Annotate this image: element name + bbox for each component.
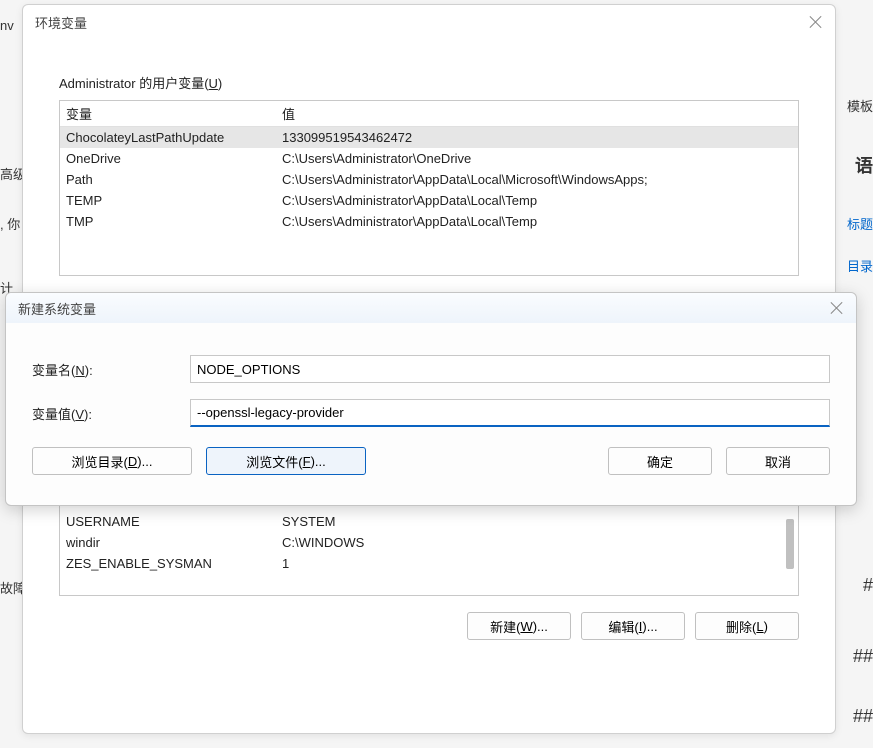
table-row[interactable]: ZES_ENABLE_SYSMAN1 — [60, 553, 798, 574]
bg-frag: 语 — [855, 152, 873, 178]
var-value-cell: 133099519543462472 — [276, 127, 798, 149]
var-name-cell: USERNAME — [60, 511, 276, 532]
bg-frag: # — [863, 575, 873, 596]
var-name-cell: windir — [60, 532, 276, 553]
new-system-var-dialog: 新建系统变量 变量名(N): 变量值(V): 浏览目录(D)... 浏览文件(F… — [5, 292, 857, 506]
var-value-label: 变量值(V): — [32, 404, 190, 423]
var-name-cell: TEMP — [60, 190, 276, 211]
var-name-cell: ChocolateyLastPathUpdate — [60, 127, 276, 149]
var-name-cell: TMP — [60, 211, 276, 232]
bg-frag: ## — [853, 646, 873, 667]
user-vars-label: Administrator 的用户变量(U) — [59, 73, 835, 92]
new-var-titlebar[interactable]: 新建系统变量 — [6, 293, 856, 323]
col-header-val[interactable]: 值 — [276, 101, 798, 127]
var-value-cell: C:\WINDOWS — [276, 532, 798, 553]
close-icon[interactable] — [809, 15, 823, 29]
new-var-title: 新建系统变量 — [18, 299, 96, 318]
bg-frag: , 你 — [0, 214, 20, 233]
edit-system-var-button[interactable]: 编辑(I)... — [581, 612, 685, 640]
col-header-var[interactable]: 变量 — [60, 101, 276, 127]
table-row[interactable]: OneDriveC:\Users\Administrator\OneDrive — [60, 148, 798, 169]
var-name-input[interactable] — [190, 355, 830, 383]
close-icon[interactable] — [830, 301, 844, 315]
var-name-cell: OneDrive — [60, 148, 276, 169]
bg-frag: 模板 — [847, 96, 873, 115]
table-row[interactable]: USERNAMESYSTEM — [60, 511, 798, 532]
cancel-button[interactable]: 取消 — [726, 447, 830, 475]
table-row[interactable]: windirC:\WINDOWS — [60, 532, 798, 553]
var-name-label: 变量名(N): — [32, 360, 190, 379]
browse-directory-button[interactable]: 浏览目录(D)... — [32, 447, 192, 475]
var-value-cell: C:\Users\Administrator\AppData\Local\Mic… — [276, 169, 798, 190]
var-value-input[interactable] — [190, 399, 830, 427]
var-value-cell: SYSTEM — [276, 511, 798, 532]
var-value-cell: 1 — [276, 553, 798, 574]
delete-system-var-button[interactable]: 删除(L) — [695, 612, 799, 640]
table-row[interactable]: PathC:\Users\Administrator\AppData\Local… — [60, 169, 798, 190]
var-value-cell: C:\Users\Administrator\AppData\Local\Tem… — [276, 190, 798, 211]
var-value-cell: C:\Users\Administrator\AppData\Local\Tem… — [276, 211, 798, 232]
browse-file-button[interactable]: 浏览文件(F)... — [206, 447, 366, 475]
table-row[interactable]: TMPC:\Users\Administrator\AppData\Local\… — [60, 211, 798, 232]
var-value-cell: C:\Users\Administrator\OneDrive — [276, 148, 798, 169]
bg-frag: nv — [0, 18, 14, 33]
bg-frag: 目录 — [847, 256, 873, 275]
ok-button[interactable]: 确定 — [608, 447, 712, 475]
new-system-var-button[interactable]: 新建(W)... — [467, 612, 571, 640]
env-titlebar[interactable]: 环境变量 — [23, 5, 835, 39]
bg-frag: ## — [853, 706, 873, 727]
var-name-cell: ZES_ENABLE_SYSMAN — [60, 553, 276, 574]
table-row[interactable]: ChocolateyLastPathUpdate1330995195434624… — [60, 127, 798, 149]
bg-frag: 标题 — [847, 214, 873, 233]
env-title: 环境变量 — [35, 13, 87, 32]
table-row[interactable]: TEMPC:\Users\Administrator\AppData\Local… — [60, 190, 798, 211]
user-vars-table[interactable]: 变量 值 ChocolateyLastPathUpdate13309951954… — [59, 100, 799, 276]
var-name-cell: Path — [60, 169, 276, 190]
